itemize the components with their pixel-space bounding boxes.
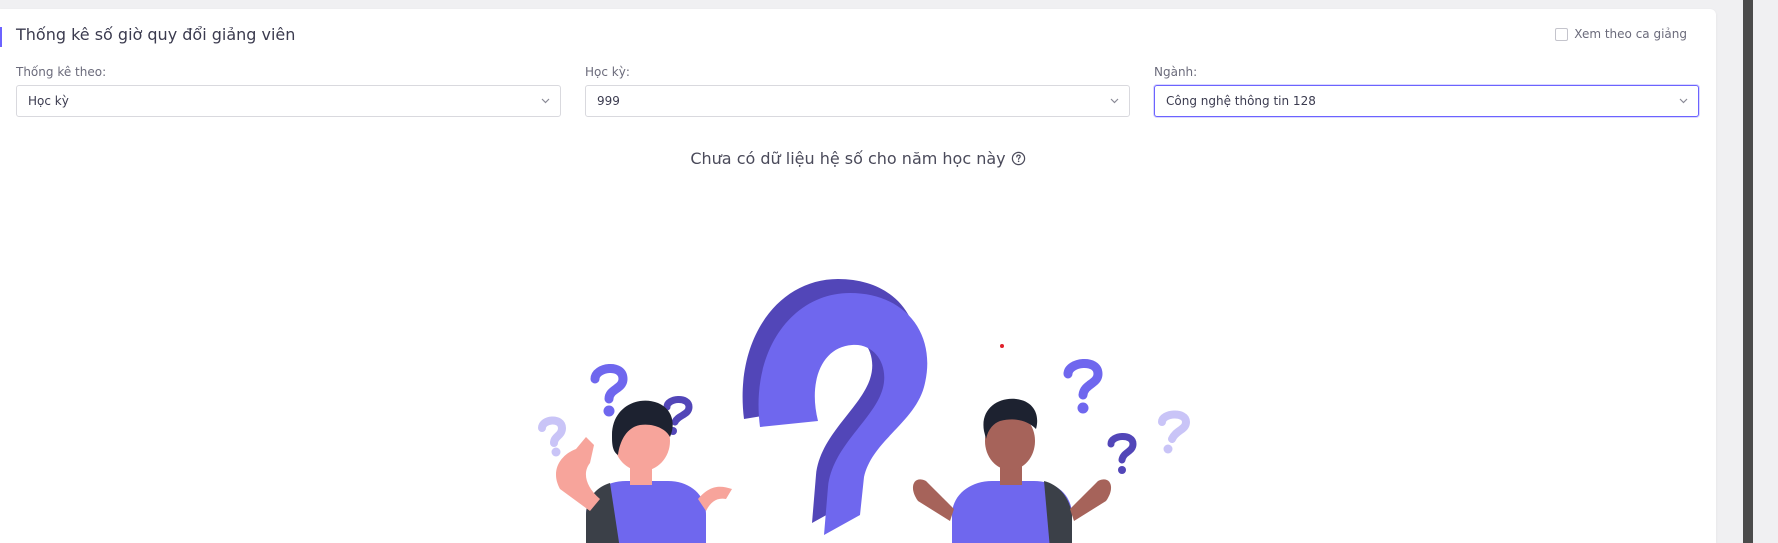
major-label: Ngành:: [1154, 65, 1198, 79]
stat-by-value: Học kỳ: [28, 94, 69, 108]
title-accent-bar: [0, 27, 2, 47]
view-by-shift-toggle[interactable]: Xem theo ca giảng: [1555, 27, 1687, 41]
small-question-mark-icon: [1063, 359, 1103, 414]
woman-character: [555, 400, 732, 543]
page-title: Thống kê số giờ quy đổi giảng viên: [16, 25, 296, 44]
view-by-shift-checkbox[interactable]: [1555, 27, 1569, 41]
small-question-mark-icon: [538, 416, 567, 457]
small-question-mark-icon: [1107, 433, 1137, 474]
red-indicator-dot: [1000, 344, 1004, 348]
semester-value: 999: [597, 94, 620, 108]
vertical-scrollbar[interactable]: [1743, 0, 1753, 543]
major-select[interactable]: Công nghệ thông tin 128: [1154, 85, 1699, 117]
big-question-mark-icon: [742, 279, 928, 535]
statistics-card: Thống kê số giờ quy đổi giảng viên Xem t…: [0, 9, 1716, 543]
view-by-shift-label: Xem theo ca giảng: [1574, 27, 1687, 41]
chevron-down-icon: [540, 96, 550, 106]
man-character: [912, 398, 1112, 543]
confused-people-illustration: [538, 279, 1191, 543]
chevron-down-icon: [1109, 96, 1119, 106]
semester-label: Học kỳ:: [585, 65, 630, 79]
small-question-mark-icon: [590, 364, 628, 417]
major-value: Công nghệ thông tin 128: [1166, 94, 1316, 108]
empty-state-text: Chưa có dữ liệu hệ số cho năm học này: [690, 149, 1006, 168]
semester-field: Học kỳ: 999: [585, 63, 1130, 117]
stat-by-select[interactable]: Học kỳ: [16, 85, 561, 117]
stat-by-label: Thống kê theo:: [16, 65, 107, 79]
stat-by-field: Thống kê theo: Học kỳ: [16, 63, 561, 117]
question-circle-icon[interactable]: [1011, 151, 1026, 166]
major-field: Ngành: Công nghệ thông tin 128: [1154, 63, 1699, 117]
empty-state-message: Chưa có dữ liệu hệ số cho năm học này: [0, 149, 1716, 168]
semester-select[interactable]: 999: [585, 85, 1130, 117]
chevron-down-icon: [1678, 96, 1688, 106]
small-question-mark-icon: [1158, 410, 1191, 454]
